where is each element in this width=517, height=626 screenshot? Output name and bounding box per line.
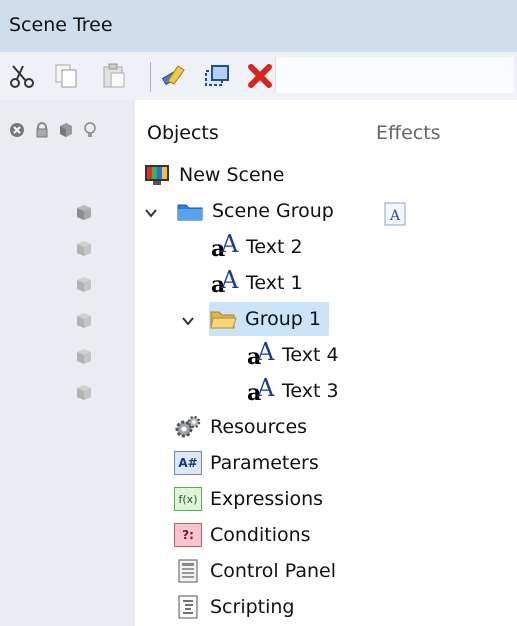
chevron-down-icon[interactable] — [180, 313, 196, 329]
visibility-cube-icon[interactable] — [75, 203, 93, 221]
tree-item-text-4[interactable]: aA Text 4 — [246, 338, 339, 372]
tree-item-label: Text 3 — [282, 380, 339, 402]
lock-icon[interactable] — [34, 122, 50, 138]
tree-item-label: Conditions — [210, 524, 311, 546]
parameters-icon: A# — [174, 451, 202, 475]
effects-column-header[interactable]: Effects — [376, 122, 441, 144]
toolbar-spacer — [275, 57, 514, 93]
gears-icon — [174, 414, 202, 440]
tree-item-text-3[interactable]: aA Text 3 — [246, 374, 339, 408]
tree-item-text-1[interactable]: aA Text 1 — [210, 266, 303, 300]
visibility-column — [0, 100, 135, 626]
toolbar-separator — [150, 62, 151, 92]
tree-item-label: Scene Group — [212, 200, 334, 222]
paste-icon[interactable] — [100, 62, 128, 90]
conditions-icon: ?: — [174, 523, 202, 547]
tree-item-text-2[interactable]: aA Text 2 — [210, 230, 303, 264]
folder-open-icon — [209, 306, 237, 332]
cube-icon[interactable] — [58, 122, 74, 138]
tree-item-scripting[interactable]: Scripting — [174, 590, 295, 624]
tree-item-label: Parameters — [210, 452, 319, 474]
tree-item-label: New Scene — [179, 164, 285, 186]
visibility-cube-icon[interactable] — [75, 383, 93, 401]
text-object-icon: aA — [211, 230, 239, 262]
window-title: Scene Tree — [9, 14, 113, 36]
text-object-icon: aA — [247, 338, 275, 370]
visibility-cube-icon[interactable] — [75, 275, 93, 293]
visibility-cube-icon[interactable] — [75, 311, 93, 329]
toolbar — [0, 52, 517, 100]
folder-icon — [176, 198, 204, 224]
visibility-cube-icon[interactable] — [75, 239, 93, 257]
control-panel-icon — [174, 558, 202, 584]
script-icon — [174, 594, 202, 620]
tree-item-group-1[interactable]: Group 1 — [209, 302, 329, 336]
copy-icon[interactable] — [52, 62, 80, 90]
tree-item-control-panel[interactable]: Control Panel — [174, 554, 336, 588]
svg-text:A: A — [389, 208, 401, 224]
visibility-cube-icon[interactable] — [75, 347, 93, 365]
tree-item-label: Text 4 — [282, 344, 339, 366]
tree-item-label: Text 1 — [246, 272, 303, 294]
text-object-icon: aA — [211, 266, 239, 298]
text-object-icon: aA — [247, 374, 275, 406]
scene-icon — [143, 162, 171, 188]
tree-item-label: Scripting — [210, 596, 295, 618]
delete-x-icon[interactable] — [246, 62, 274, 90]
lightbulb-icon[interactable] — [82, 122, 98, 138]
close-circle-icon[interactable] — [9, 122, 25, 138]
tree-item-expressions[interactable]: f(x) Expressions — [174, 482, 323, 516]
objects-column-header[interactable]: Objects — [147, 122, 219, 144]
pencil-icon[interactable] — [160, 62, 188, 90]
text-effect-icon[interactable]: A — [382, 201, 408, 227]
tree-item-resources[interactable]: Resources — [174, 410, 307, 444]
tree-item-new-scene[interactable]: New Scene — [143, 158, 284, 192]
tree-item-label: Expressions — [210, 488, 324, 510]
tree-item-label: Text 2 — [246, 236, 303, 258]
tree-item-scene-group[interactable]: Scene Group — [176, 194, 334, 228]
tree-item-parameters[interactable]: A# Parameters — [174, 446, 319, 480]
tree-item-label: Resources — [210, 416, 308, 438]
tree-item-label: Control Panel — [210, 560, 336, 582]
chevron-down-icon[interactable] — [143, 205, 159, 221]
duplicate-icon[interactable] — [203, 62, 231, 90]
scissors-icon[interactable] — [8, 62, 36, 90]
expressions-icon: f(x) — [174, 487, 202, 511]
tree-item-label: Group 1 — [245, 308, 321, 330]
tree-item-conditions[interactable]: ?: Conditions — [174, 518, 311, 552]
title-bar: Scene Tree — [0, 0, 517, 52]
